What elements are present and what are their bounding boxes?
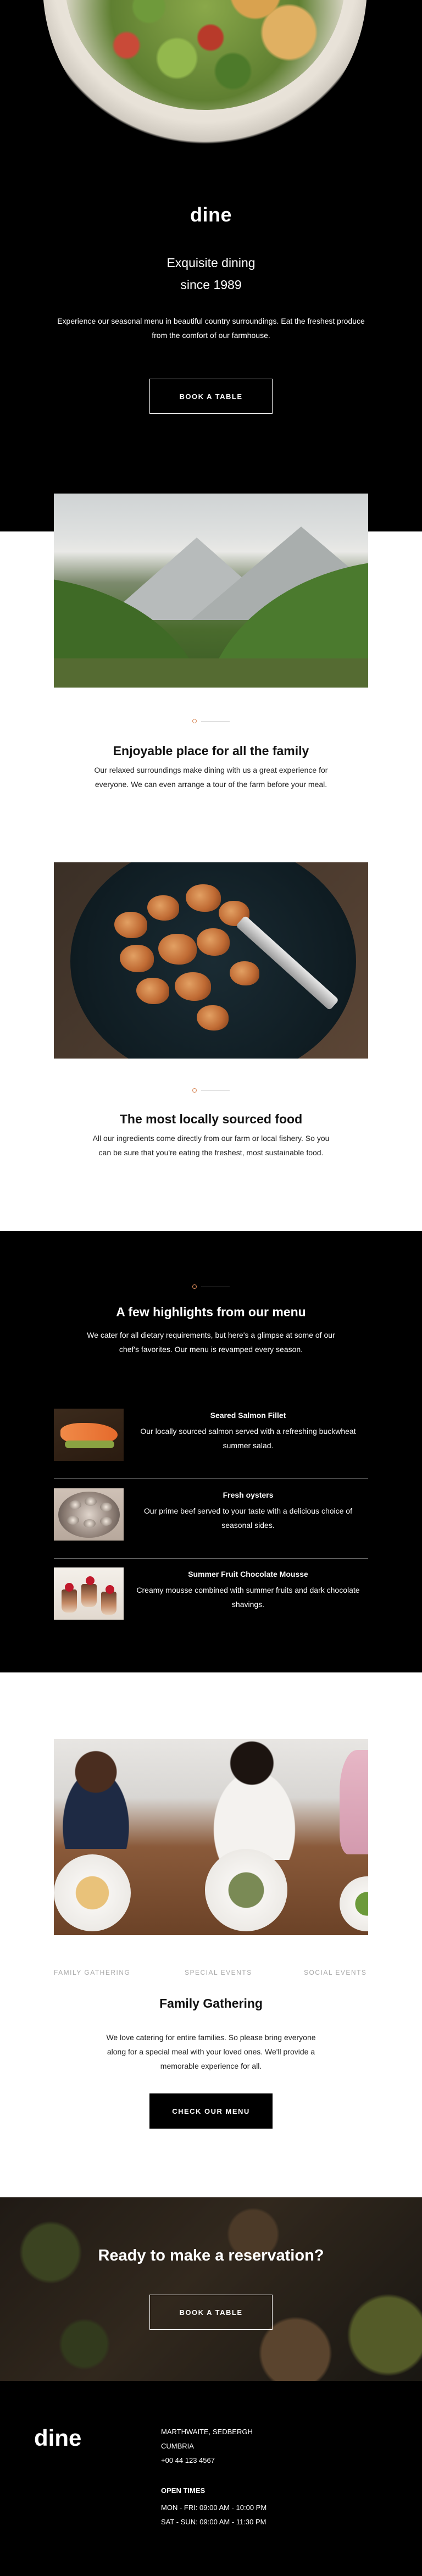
events-tabs: FAMILY GATHERING SPECIAL EVENTS SOCIAL E… xyxy=(54,1969,368,1980)
events-title: Family Gathering xyxy=(159,1996,263,2010)
open-times: MON - FRI: 09:00 AM - 10:00 PM SAT - SUN… xyxy=(161,2501,337,2529)
open-times-title: OPEN TIMES xyxy=(161,2486,206,2495)
section-divider xyxy=(192,1283,231,1290)
hero-food-plate-image xyxy=(43,0,367,154)
highlights-subtitle: We cater for all dietary requirements, b… xyxy=(87,1331,335,1354)
reservation-title: Ready to make a reservation? xyxy=(98,2247,324,2264)
shrimp-dish-image xyxy=(54,862,368,1059)
tab-family-gathering[interactable]: FAMILY GATHERING xyxy=(54,1969,130,1976)
footer-address: MARTHWAITE, SEDBERGH CUMBRIA +00 44 123 … xyxy=(161,2425,326,2468)
hero-subtitle-line1: Exquisite dining xyxy=(166,256,256,270)
hours-line: MON - FRI: 09:00 AM - 10:00 PM xyxy=(161,2503,267,2512)
address-line: CUMBRIA xyxy=(161,2442,194,2450)
divider-dot-icon xyxy=(192,1088,197,1093)
about-title: Enjoyable place for all the family xyxy=(113,744,309,758)
menu-item: Fresh oysters Our prime beef served to y… xyxy=(54,1488,368,1541)
site-logo[interactable]: dine xyxy=(0,203,422,226)
divider-dot-icon xyxy=(192,1284,197,1289)
tab-special-events[interactable]: SPECIAL EVENTS xyxy=(185,1969,252,1976)
footer-logo[interactable]: dine xyxy=(34,2425,81,2451)
hero-subtitle: Exquisite dining since 1989 xyxy=(0,252,422,296)
menu-item: Seared Salmon Fillet Our locally sourced… xyxy=(54,1409,368,1461)
menu-item-divider xyxy=(54,1478,368,1479)
check-menu-button[interactable]: CHECK OUR MENU xyxy=(149,2093,273,2129)
tab-social-events[interactable]: SOCIAL EVENTS xyxy=(304,1969,367,1976)
menu-item: Summer Fruit Chocolate Mousse Creamy mou… xyxy=(54,1567,368,1620)
menu-item-divider xyxy=(54,1558,368,1559)
footer: dine MARTHWAITE, SEDBERGH CUMBRIA +00 44… xyxy=(0,2381,422,2576)
phone-number: +00 44 123 4567 xyxy=(161,2456,215,2464)
farm-landscape-image xyxy=(54,494,368,688)
menu-highlights-section: A few highlights from our menu We cater … xyxy=(0,1231,422,1672)
family-dinner-image xyxy=(54,1739,368,1935)
mousse-dessert-image xyxy=(54,1567,124,1620)
hours-line: SAT - SUN: 09:00 AM - 11:30 PM xyxy=(161,2518,266,2526)
menu-item-description: Our locally sourced salmon served with a… xyxy=(140,1427,356,1450)
reservation-book-table-button[interactable]: BOOK A TABLE xyxy=(149,2295,273,2330)
menu-item-name: Fresh oysters xyxy=(223,1491,274,1499)
sourced-title: The most locally sourced food xyxy=(119,1112,303,1126)
hero-description: Experience our seasonal menu in beautifu… xyxy=(57,317,365,340)
divider-dot-icon xyxy=(192,719,197,723)
hero-book-table-button[interactable]: BOOK A TABLE xyxy=(149,379,273,414)
section-divider xyxy=(192,718,231,724)
oysters-dish-image xyxy=(54,1488,124,1541)
about-text: Our relaxed surroundings make dining wit… xyxy=(94,766,328,789)
highlights-title: A few highlights from our menu xyxy=(116,1305,306,1319)
hero-section: dine Exquisite dining since 1989 Experie… xyxy=(0,0,422,531)
menu-item-description: Creamy mousse combined with summer fruit… xyxy=(136,1586,360,1609)
menu-item-name: Seared Salmon Fillet xyxy=(210,1411,286,1420)
events-text: We love catering for entire families. So… xyxy=(106,2033,316,2070)
sourced-text: All our ingredients come directly from o… xyxy=(92,1134,330,1157)
address-line: MARTHWAITE, SEDBERGH xyxy=(161,2428,253,2436)
reservation-section: Ready to make a reservation? BOOK A TABL… xyxy=(0,2197,422,2381)
hero-subtitle-line2: since 1989 xyxy=(180,278,242,292)
menu-item-name: Summer Fruit Chocolate Mousse xyxy=(188,1570,308,1578)
salmon-dish-image xyxy=(54,1409,124,1461)
section-divider xyxy=(192,1087,231,1094)
menu-item-description: Our prime beef served to your taste with… xyxy=(144,1506,352,1530)
